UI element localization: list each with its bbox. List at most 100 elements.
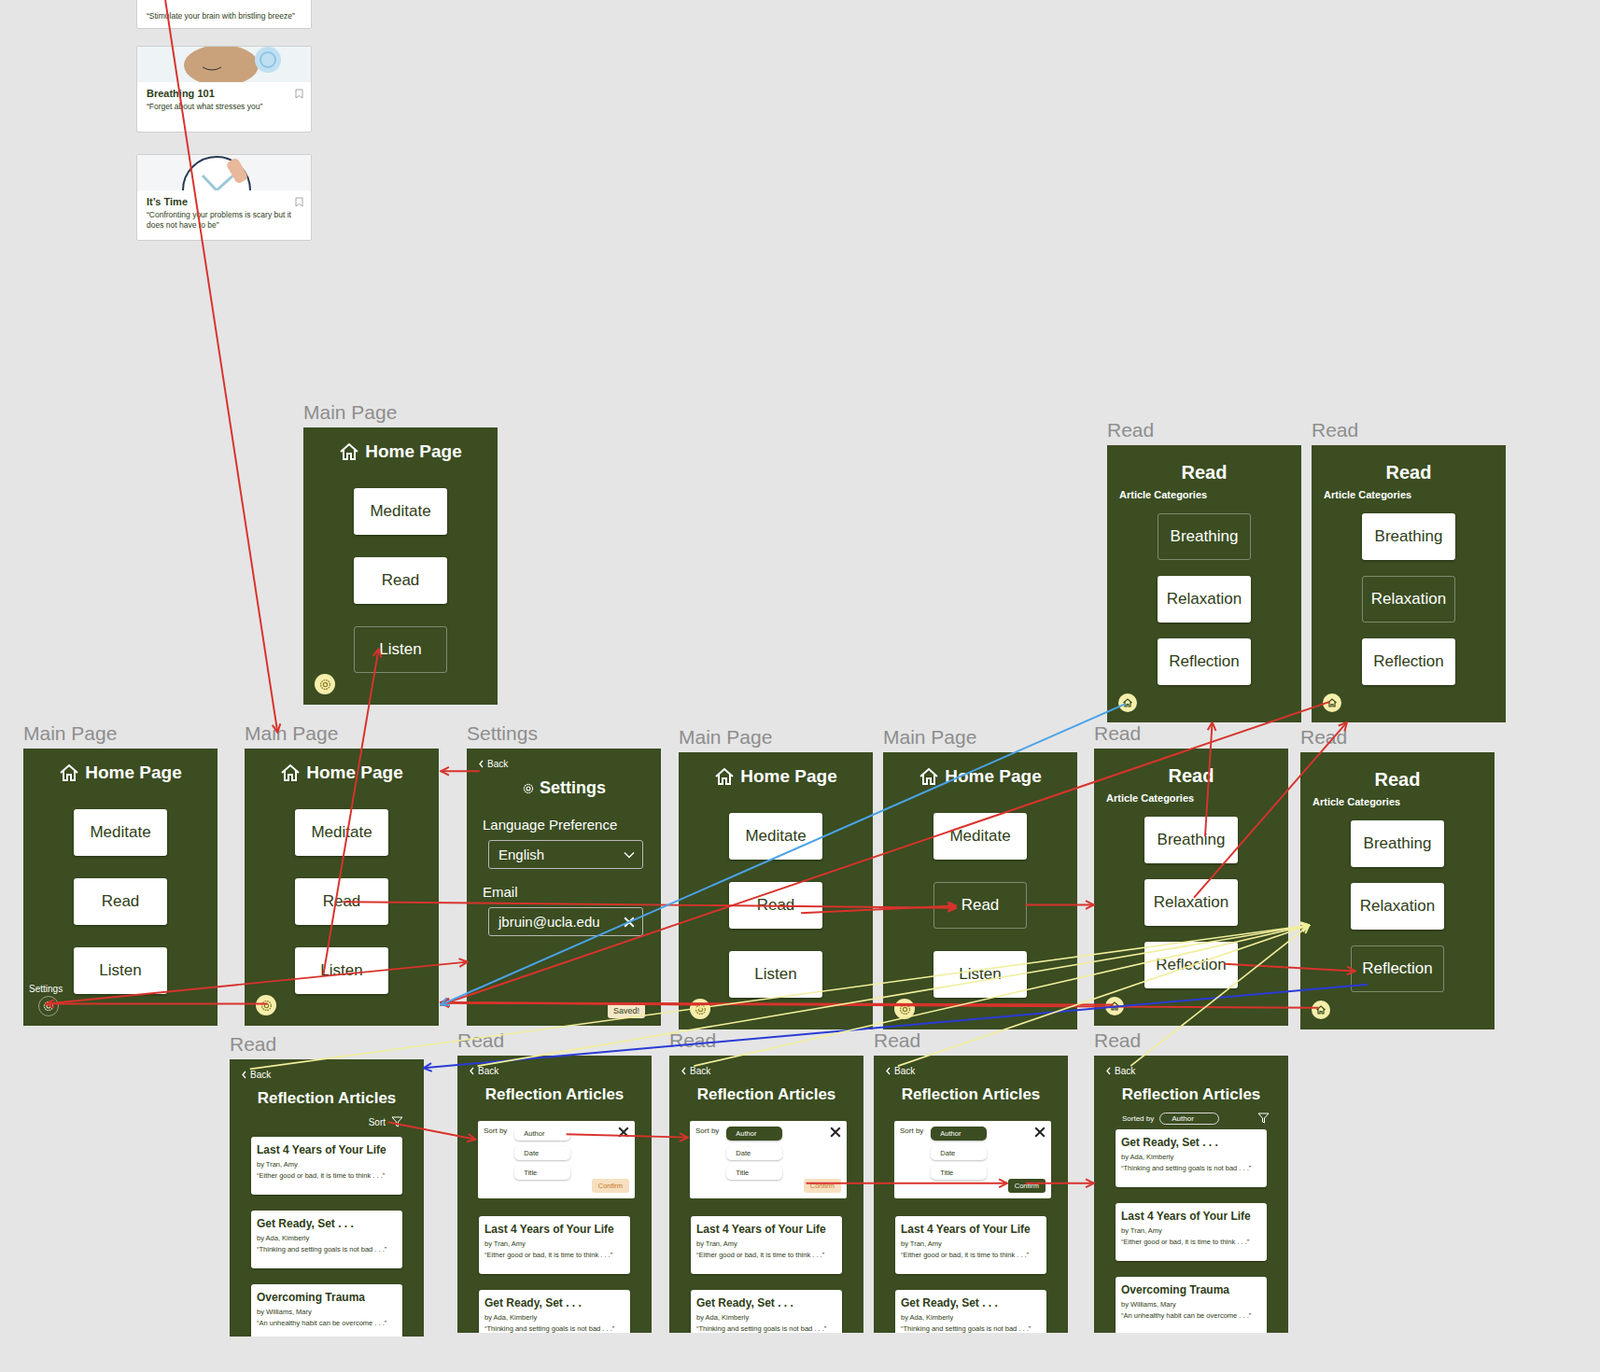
- category-button[interactable]: Reflection: [1144, 941, 1238, 989]
- sort-option[interactable]: Date: [726, 1146, 783, 1161]
- frame-label: Main Page: [244, 722, 338, 745]
- sort-option[interactable]: Date: [514, 1146, 571, 1161]
- article-card[interactable]: Overcoming Traumaby Williams, Mary“An un…: [1115, 1277, 1267, 1334]
- flow-arrow: [1130, 925, 1309, 1067]
- category-button[interactable]: Reflection: [1361, 638, 1456, 686]
- filter-icon[interactable]: [1257, 1112, 1270, 1124]
- sort-button[interactable]: Sort: [229, 1115, 424, 1129]
- sort-option[interactable]: Title: [514, 1165, 571, 1180]
- category-button[interactable]: Breathing: [1144, 816, 1238, 864]
- screen-frame: Home Page Meditate Read Listen: [883, 752, 1078, 1030]
- category-button[interactable]: Reflection: [1350, 945, 1445, 993]
- article-title: Last 4 Years of Your Life: [1121, 1209, 1262, 1223]
- settings-button[interactable]: [314, 673, 336, 695]
- menu-button[interactable]: Meditate: [729, 813, 823, 860]
- sort-option[interactable]: Title: [726, 1165, 783, 1180]
- category-button[interactable]: Relaxation: [1350, 883, 1445, 930]
- confirm-button[interactable]: Confirm: [591, 1178, 630, 1193]
- settings-button[interactable]: [689, 998, 711, 1020]
- menu-button[interactable]: Listen: [294, 947, 389, 995]
- menu-button[interactable]: Read: [294, 878, 389, 926]
- sort-option[interactable]: Date: [930, 1146, 987, 1161]
- frame-label: Read: [1107, 419, 1154, 442]
- article-quote: “An unhealthy habit can be overcome . . …: [1121, 1311, 1262, 1320]
- saved-button[interactable]: Saved!: [607, 1003, 646, 1019]
- article-quote: “Thinking and setting goals is not bad .…: [900, 1324, 1041, 1334]
- article-card[interactable]: Breathing 101“Forget about what stresses…: [136, 45, 312, 133]
- category-button[interactable]: Relaxation: [1144, 879, 1238, 927]
- home-button[interactable]: [1118, 693, 1137, 713]
- menu-button[interactable]: Meditate: [933, 813, 1027, 860]
- button-label: Reflection: [1155, 955, 1227, 975]
- flow-arrow: [693, 925, 1309, 1067]
- settings-button[interactable]: [38, 996, 59, 1017]
- sort-option[interactable]: Author: [514, 1126, 571, 1141]
- back-button[interactable]: Back: [229, 1059, 424, 1081]
- menu-button[interactable]: Read: [933, 882, 1027, 929]
- article-card[interactable]: Last 4 Years of Your Lifeby Tran, Amy“Ei…: [690, 1216, 843, 1275]
- article-card[interactable]: “Stimulate your brain with bristling bre…: [136, 0, 312, 29]
- button-list: Breathing Relaxation Reflection: [1107, 513, 1302, 686]
- clear-icon[interactable]: [623, 916, 635, 928]
- menu-button[interactable]: Meditate: [353, 488, 448, 535]
- confirm-button[interactable]: Confirm: [803, 1178, 842, 1193]
- article-card[interactable]: Get Ready, Set . . .by Ada, Kimberly“Thi…: [478, 1290, 631, 1334]
- back-button[interactable]: Back: [466, 748, 661, 770]
- close-icon[interactable]: [1034, 1126, 1046, 1138]
- article-card[interactable]: Last 4 Years of Your Lifeby Tran, Amy“Ei…: [478, 1216, 631, 1275]
- page-title: Read: [1311, 445, 1506, 484]
- article-card[interactable]: Last 4 Years of Your Lifeby Tran, Amy“Ei…: [895, 1216, 1047, 1275]
- category-button[interactable]: Relaxation: [1361, 575, 1456, 623]
- article-card[interactable]: Get Ready, Set . . .by Ada, Kimberly“Thi…: [251, 1210, 403, 1269]
- back-button[interactable]: Back: [457, 1055, 652, 1077]
- menu-button[interactable]: Read: [353, 557, 448, 604]
- close-icon[interactable]: [617, 1126, 630, 1138]
- home-button[interactable]: [1105, 996, 1124, 1016]
- sort-option[interactable]: Author: [726, 1126, 783, 1141]
- menu-button[interactable]: Listen: [933, 951, 1027, 998]
- article-author: by Ada, Kimberly: [696, 1313, 837, 1322]
- settings-button[interactable]: [894, 998, 915, 1020]
- article-card[interactable]: Last 4 Years of Your Lifeby Tran, Amy“Ei…: [1115, 1203, 1267, 1262]
- category-button[interactable]: Reflection: [1157, 638, 1251, 686]
- button-label: Listen: [98, 961, 141, 981]
- article-card[interactable]: Get Ready, Set . . .by Ada, Kimberly“Thi…: [690, 1290, 843, 1334]
- article-title: Get Ready, Set . . .: [484, 1296, 625, 1310]
- email-field[interactable]: jbruin@ucla.edu: [488, 907, 644, 937]
- sorted-value[interactable]: Author: [1159, 1112, 1220, 1125]
- category-button[interactable]: Breathing: [1157, 513, 1251, 561]
- flow-arrow: [1205, 722, 1213, 837]
- close-icon[interactable]: [829, 1126, 842, 1138]
- bookmark-icon[interactable]: [294, 88, 304, 99]
- article-card[interactable]: Get Ready, Set . . .by Ada, Kimberly“Thi…: [1115, 1129, 1267, 1188]
- gear-icon: [318, 677, 333, 692]
- page-title: Home Page: [883, 752, 1078, 787]
- settings-button[interactable]: [255, 995, 277, 1016]
- title-text: Home Page: [84, 762, 182, 784]
- category-button[interactable]: Relaxation: [1157, 575, 1251, 623]
- menu-button[interactable]: Listen: [353, 626, 448, 674]
- back-button[interactable]: Back: [1094, 1055, 1289, 1077]
- category-button[interactable]: Breathing: [1361, 513, 1456, 561]
- article-card[interactable]: Get Ready, Set . . .by Ada, Kimberly“Thi…: [895, 1290, 1047, 1334]
- confirm-button[interactable]: Confirm: [1008, 1178, 1046, 1193]
- bookmark-icon[interactable]: [294, 196, 304, 208]
- home-button[interactable]: [1311, 1000, 1331, 1020]
- article-card[interactable]: Last 4 Years of Your Lifeby Tran, Amy“Ei…: [251, 1136, 403, 1195]
- menu-button[interactable]: Meditate: [73, 809, 168, 857]
- menu-button[interactable]: Meditate: [294, 809, 389, 857]
- sort-option[interactable]: Title: [930, 1165, 987, 1180]
- menu-button[interactable]: Read: [73, 878, 168, 926]
- article-card[interactable]: It’s Time“Confronting your problems is s…: [136, 154, 312, 241]
- back-button[interactable]: Back: [669, 1055, 864, 1077]
- sort-option[interactable]: Author: [930, 1126, 987, 1141]
- menu-button[interactable]: Read: [729, 882, 823, 929]
- menu-button[interactable]: Listen: [729, 951, 823, 998]
- home-button[interactable]: [1322, 693, 1342, 713]
- language-dropdown[interactable]: English: [488, 840, 644, 870]
- category-button[interactable]: Breathing: [1350, 820, 1445, 868]
- back-button[interactable]: Back: [873, 1055, 1068, 1077]
- menu-button[interactable]: Listen: [73, 947, 168, 995]
- article-card[interactable]: Overcoming Traumaby Williams, Mary“An un…: [251, 1284, 403, 1337]
- dropdown-value: English: [498, 846, 545, 863]
